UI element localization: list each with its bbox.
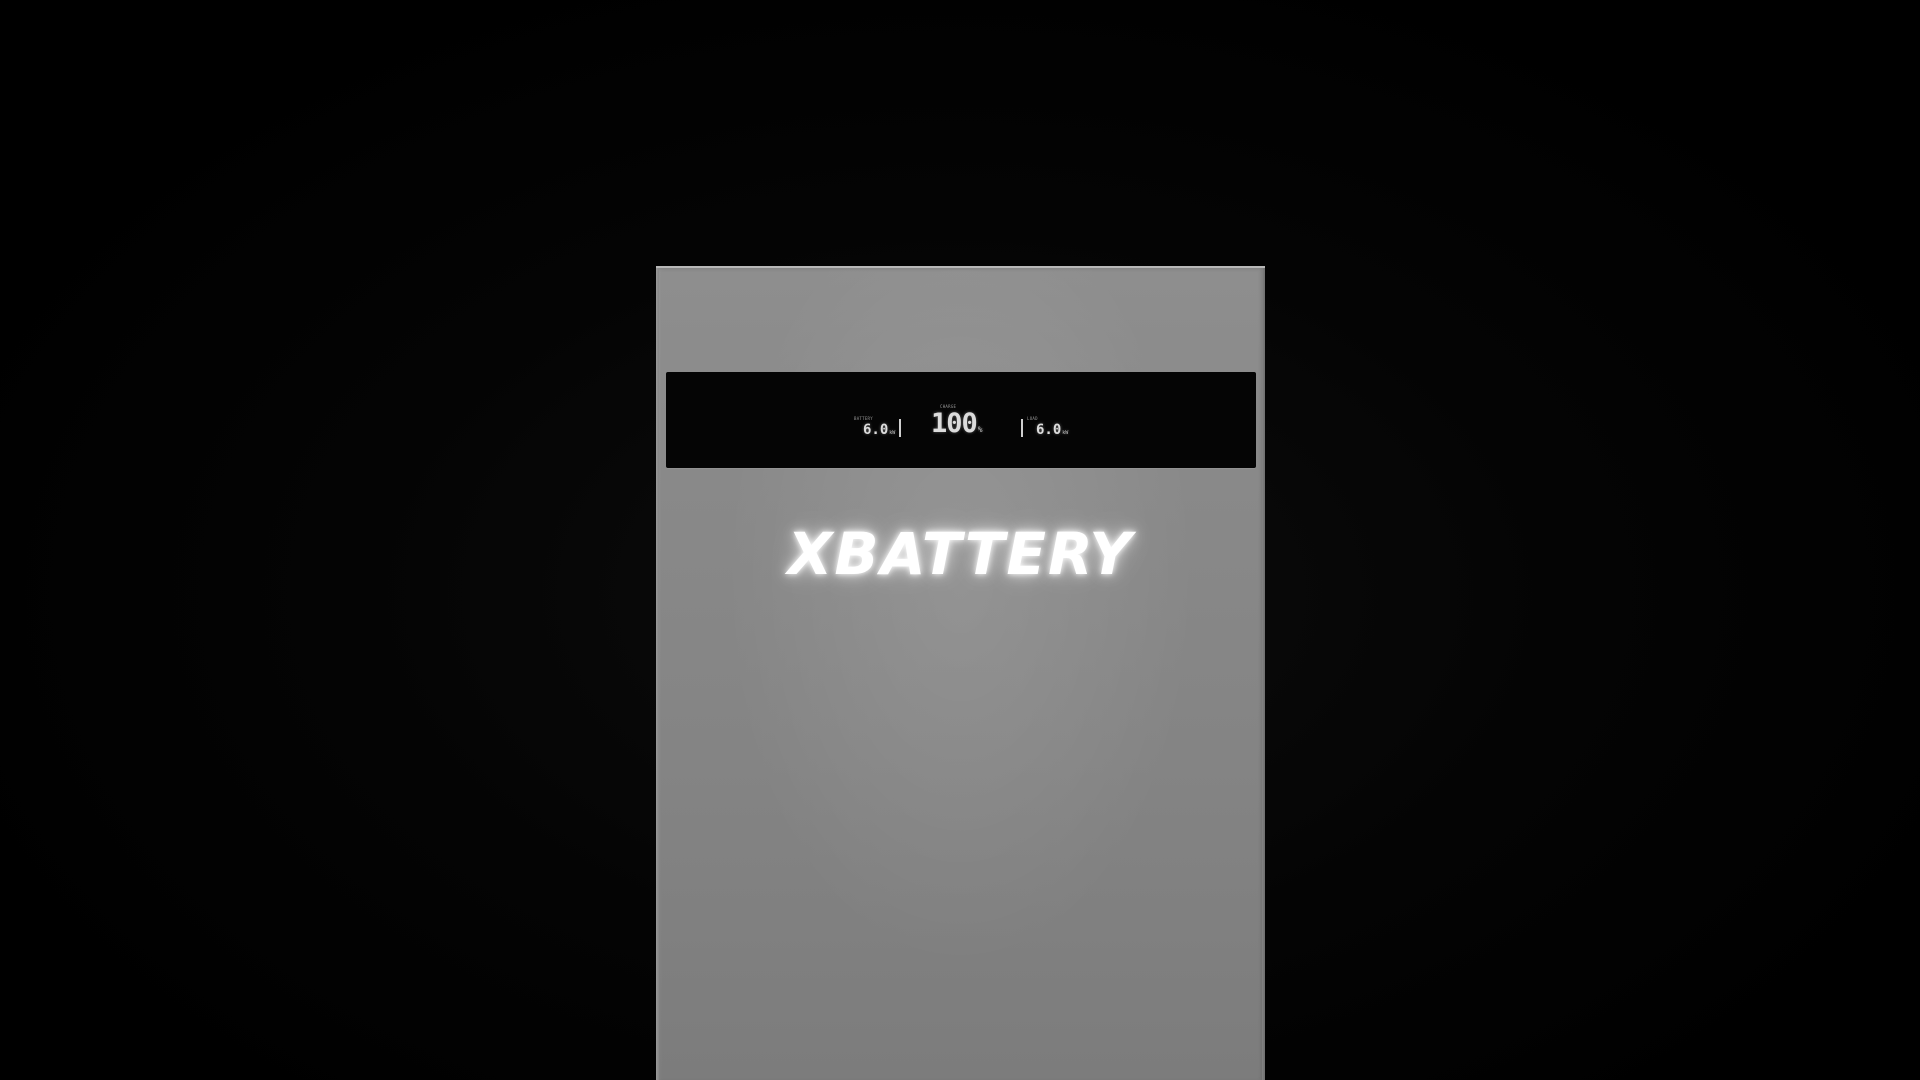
charge-level-value: 100% (931, 408, 983, 439)
battery-power-unit: kW (889, 430, 896, 436)
charge-level-readout: CHARGE 100% (931, 372, 991, 468)
cabinet-left-edge (656, 268, 659, 1080)
battery-power-value: 6.0kW (863, 422, 896, 438)
load-power-unit: kW (1062, 430, 1069, 436)
load-power-caption: LOAD (1027, 416, 1038, 421)
xbattery-logo: XBATTERY (787, 520, 1134, 588)
load-power-readout: LOAD 6.0kW (1021, 372, 1077, 468)
divider-bar-left (899, 419, 901, 437)
charge-level-unit: % (977, 425, 983, 434)
battery-cabinet: BATTERY 6.0kW CHARGE 100% LOAD 6.0kW XBA… (656, 266, 1265, 1080)
battery-power-caption: BATTERY (854, 416, 873, 421)
lcd-display-panel: BATTERY 6.0kW CHARGE 100% LOAD 6.0kW (666, 372, 1256, 468)
battery-power-readout: BATTERY 6.0kW (854, 372, 904, 468)
divider-bar-right (1021, 419, 1023, 437)
dark-backdrop: BATTERY 6.0kW CHARGE 100% LOAD 6.0kW XBA… (0, 0, 1920, 1080)
cabinet-right-edge (1262, 268, 1265, 1080)
load-power-value: 6.0kW (1036, 422, 1069, 438)
